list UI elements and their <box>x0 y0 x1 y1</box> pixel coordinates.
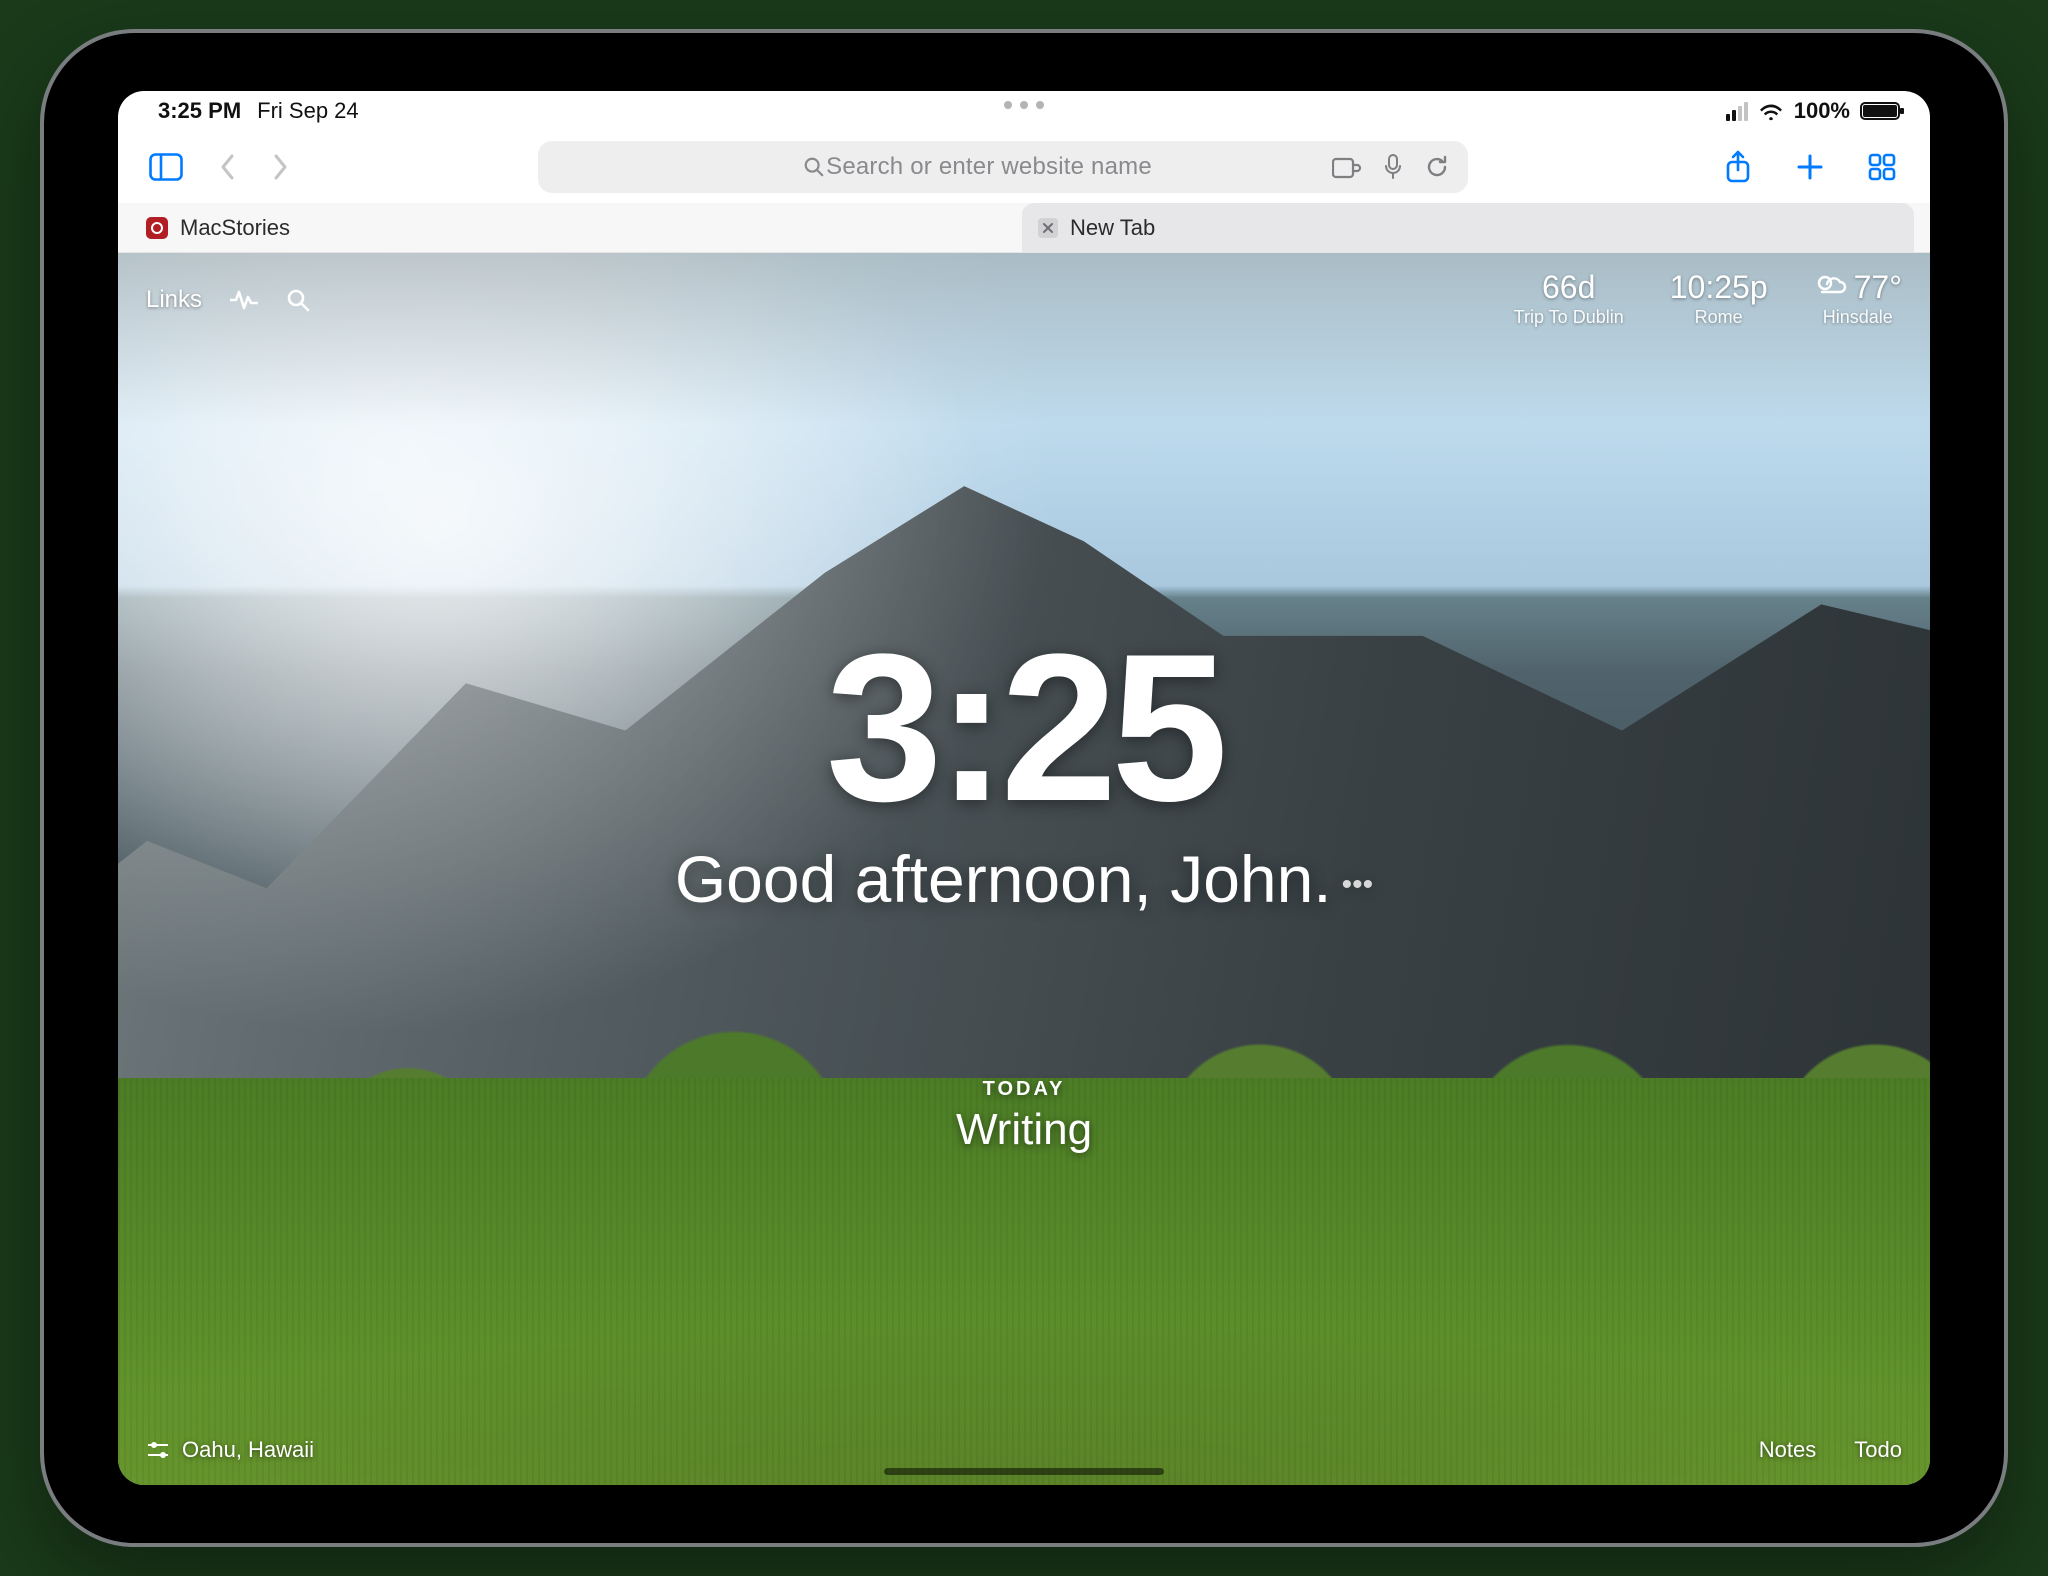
weather-icon <box>1814 273 1848 301</box>
macstories-favicon <box>146 217 168 239</box>
screen: 3:25 PM Fri Sep 24 100% Search <box>118 91 1930 1485</box>
address-bar[interactable]: Search or enter website name <box>538 141 1468 193</box>
photo-location[interactable]: Oahu, Hawaii <box>146 1437 314 1463</box>
tab-newtab[interactable]: New Tab <box>1022 203 1914 252</box>
tab-strip: MacStories New Tab <box>118 203 1930 253</box>
forward-button[interactable] <box>256 143 304 191</box>
focus-widget[interactable]: TODAY Writing <box>956 1078 1092 1155</box>
main-clock: 3:25 <box>675 623 1373 833</box>
multitasking-dots[interactable] <box>1004 101 1044 109</box>
activity-icon[interactable] <box>230 289 258 311</box>
safari-toolbar: Search or enter website name <box>118 131 1930 203</box>
home-indicator[interactable] <box>884 1468 1164 1475</box>
momentum-bottombar: Oahu, Hawaii Notes Todo <box>146 1437 1902 1463</box>
greeting-text: Good afternoon, John.••• <box>675 841 1373 917</box>
sidebar-toggle-button[interactable] <box>142 143 190 191</box>
status-time: 3:25 PM <box>158 98 241 124</box>
tab-macstories[interactable]: MacStories <box>130 203 1022 252</box>
battery-pct: 100% <box>1794 98 1850 124</box>
search-icon[interactable] <box>286 288 310 312</box>
cellular-icon <box>1726 102 1748 121</box>
momentum-topbar: Links 66d Trip To Dublin 10:25p Rome <box>146 271 1902 328</box>
address-placeholder: Search or enter website name <box>660 153 1318 181</box>
notes-button[interactable]: Notes <box>1759 1437 1816 1463</box>
todo-button[interactable]: Todo <box>1854 1437 1902 1463</box>
wifi-icon <box>1758 101 1784 121</box>
status-bar: 3:25 PM Fri Sep 24 100% <box>118 91 1930 131</box>
tab-label: New Tab <box>1070 215 1155 241</box>
links-button[interactable]: Links <box>146 286 202 314</box>
greeting-more-icon[interactable]: ••• <box>1342 868 1374 901</box>
ipad-bezel: 3:25 PM Fri Sep 24 100% Search <box>62 51 1986 1525</box>
battery-icon <box>1860 102 1900 120</box>
momentum-dashboard: Links 66d Trip To Dublin 10:25p Rome <box>118 253 1930 1485</box>
close-tab-icon[interactable] <box>1038 218 1058 238</box>
status-date: Fri Sep 24 <box>257 98 359 124</box>
weather-widget[interactable]: 77° Hinsdale <box>1814 271 1902 328</box>
voice-search-icon[interactable] <box>1384 154 1402 180</box>
world-clock-widget[interactable]: 10:25p Rome <box>1670 271 1768 328</box>
extensions-icon[interactable] <box>1332 155 1362 179</box>
share-button[interactable] <box>1714 143 1762 191</box>
reload-icon[interactable] <box>1424 154 1450 180</box>
back-button[interactable] <box>204 143 252 191</box>
settings-slider-icon[interactable] <box>146 1440 170 1460</box>
tab-label: MacStories <box>180 215 290 241</box>
search-icon <box>803 156 825 178</box>
tab-overview-button[interactable] <box>1858 143 1906 191</box>
countdown-widget[interactable]: 66d Trip To Dublin <box>1514 271 1624 328</box>
ipad-frame: 3:25 PM Fri Sep 24 100% Search <box>44 33 2004 1543</box>
new-tab-button[interactable] <box>1786 143 1834 191</box>
